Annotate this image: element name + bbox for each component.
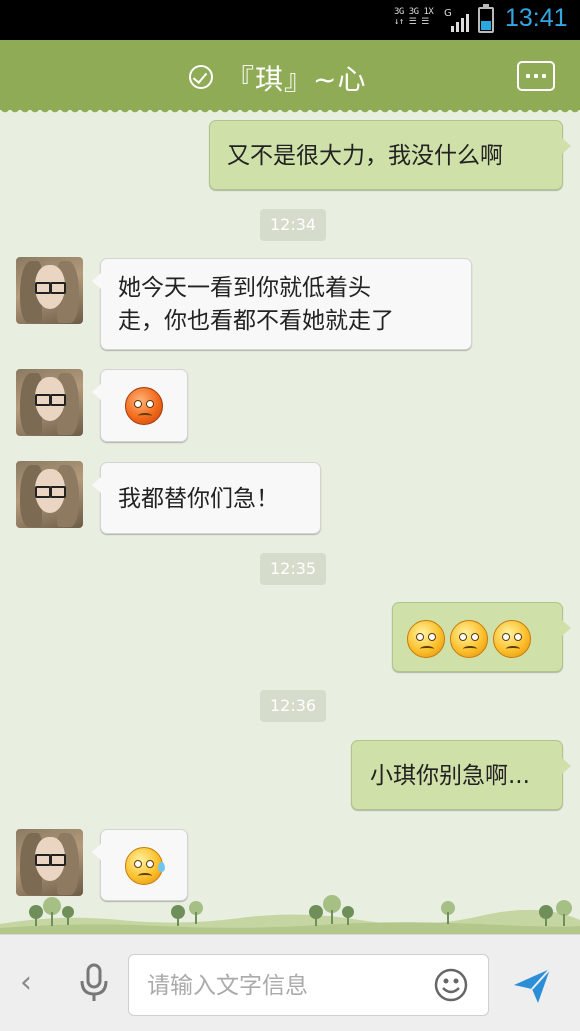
message-text: 又不是很大力，我没什么啊: [227, 143, 503, 169]
message-bubble-outgoing[interactable]: 小琪你别急啊...: [351, 740, 571, 810]
sweat-face-icon: [125, 846, 165, 885]
worried-face-icon: [450, 619, 488, 658]
message-text: 小琪你别急啊...: [370, 763, 530, 789]
message-text-line: 她今天一看到你就低着头: [118, 275, 371, 301]
message-bubble-outgoing[interactable]: 又不是很大力，我没什么啊: [209, 120, 571, 190]
avatar[interactable]: [16, 369, 83, 436]
message-text-line: 走，你也看都不看她就走了: [118, 308, 394, 334]
timestamp: 12:34: [260, 209, 327, 241]
dot: [542, 74, 546, 78]
network-activity: ↓↑ ☰ ☰: [394, 17, 429, 27]
worried-face-icon: [493, 619, 531, 658]
status-bar: 3G 3G 1X ↓↑ ☰ ☰ G 13:41: [0, 0, 580, 40]
message-input-container: [128, 954, 489, 1016]
network-indicator: 3G 3G 1X ↓↑ ☰ ☰: [394, 7, 442, 33]
avatar[interactable]: [16, 257, 83, 324]
angry-face-icon: [125, 386, 163, 425]
input-bar: ‹: [0, 934, 580, 1031]
message-text: 我都替你们急！: [118, 486, 279, 512]
message-input[interactable]: [147, 969, 417, 1003]
avatar[interactable]: [16, 829, 83, 896]
smiley-icon[interactable]: [434, 968, 468, 1002]
check-circle-icon: [189, 65, 213, 89]
message-bubble-incoming[interactable]: 她今天一看到你就低着头 走，你也看都不看她就走了: [92, 258, 472, 350]
timestamp: 12:36: [260, 690, 327, 722]
message-bubble-outgoing[interactable]: [392, 602, 571, 672]
timestamp: 12:35: [260, 553, 327, 585]
battery-icon: [478, 4, 494, 33]
clock: 13:41: [505, 4, 568, 32]
message-bubble-incoming[interactable]: [92, 369, 188, 442]
message-bubble-incoming[interactable]: 我都替你们急！: [92, 462, 321, 534]
network-types: 3G 3G 1X: [394, 7, 434, 17]
chat-title: 『琪』~心: [226, 63, 367, 96]
signal-icon: [451, 14, 469, 32]
worried-face-icon: [407, 619, 445, 658]
dot: [526, 74, 530, 78]
avatar[interactable]: [16, 461, 83, 528]
more-menu-button[interactable]: [517, 61, 555, 91]
microphone-icon[interactable]: [77, 963, 111, 1003]
dot: [534, 74, 538, 78]
chat-header: 『琪』~心: [0, 40, 580, 116]
background-landscape: [0, 895, 580, 934]
chevron-left-icon[interactable]: ‹: [20, 965, 32, 1000]
send-icon[interactable]: [510, 963, 554, 1007]
